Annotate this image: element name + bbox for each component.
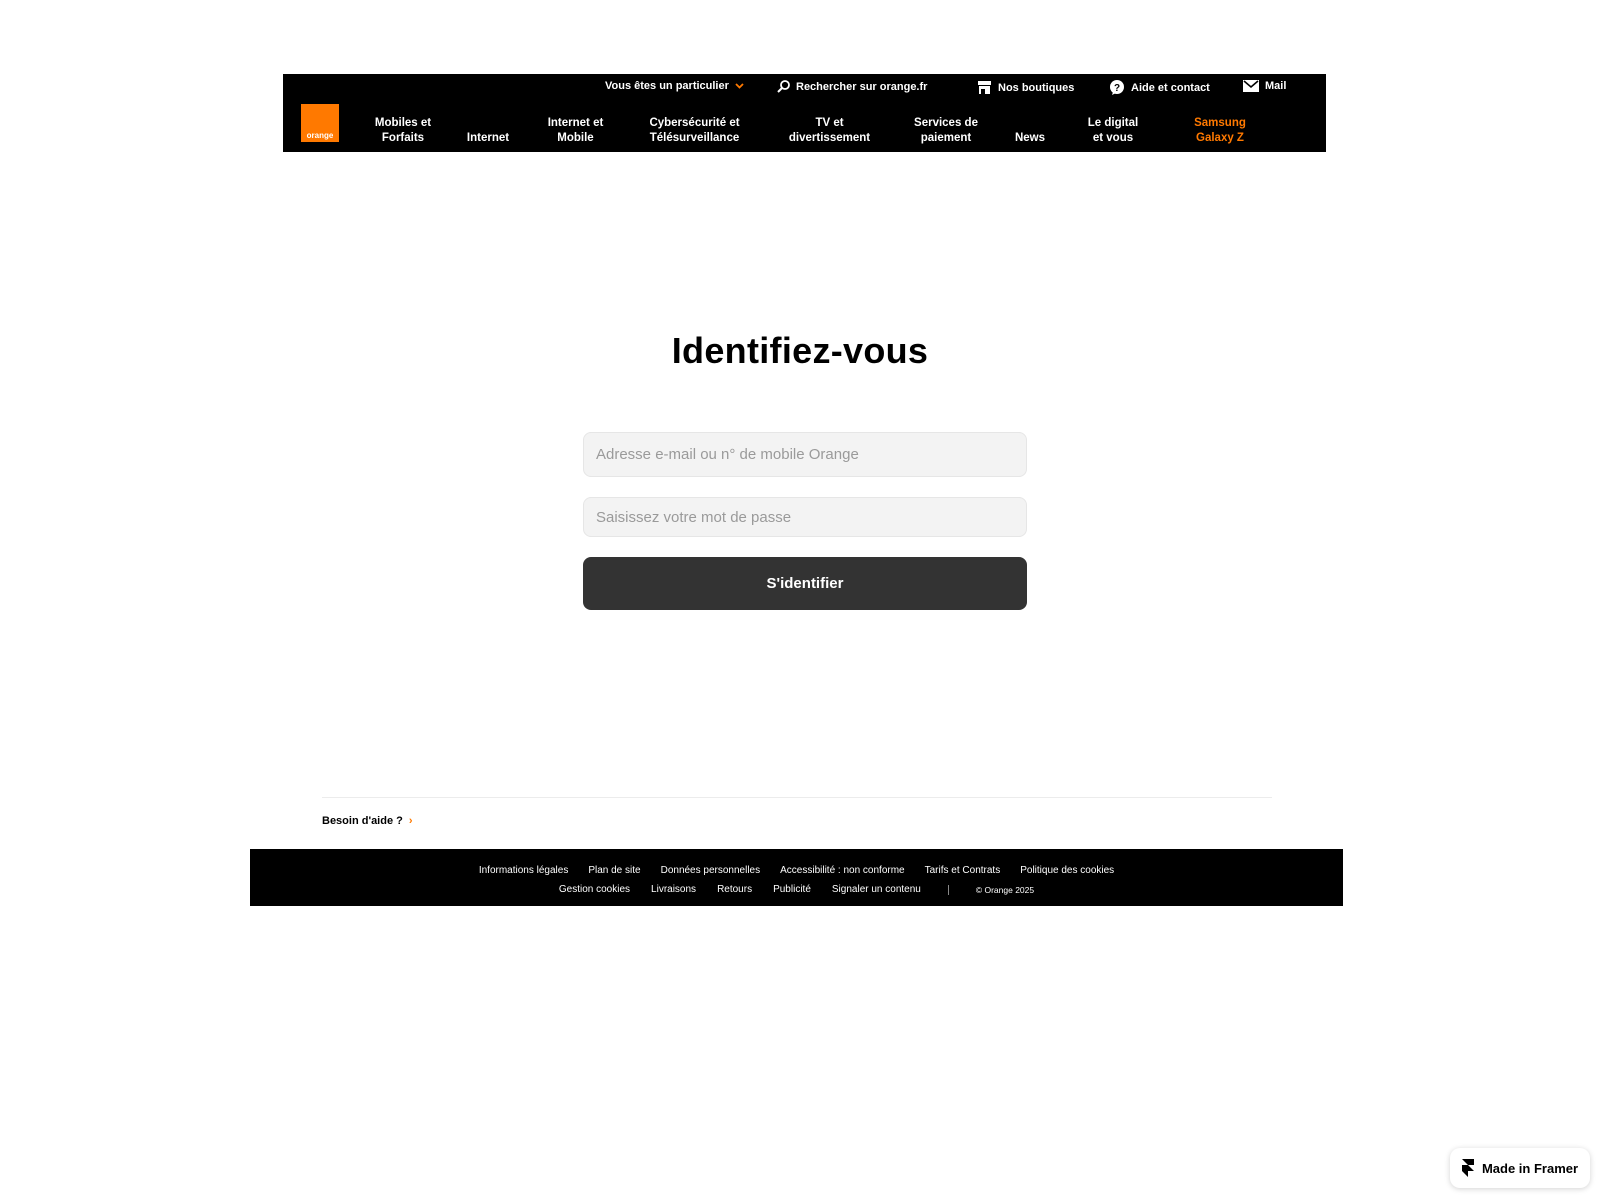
nav-item-label: Internet [466,132,510,144]
nav-item-label: Mobiles et [374,117,432,129]
email-field[interactable] [583,432,1027,477]
nav-item-samsung-galaxy[interactable]: Samsung Galaxy Z [1180,116,1260,146]
nav-item-internet-mobile[interactable]: Internet et Mobile [533,116,618,146]
made-in-framer-badge[interactable]: Made in Framer [1450,1148,1590,1188]
footer-link-accessibilite[interactable]: Accessibilité : non conforme [780,865,905,876]
footer-link-livraisons[interactable]: Livraisons [651,884,696,895]
nav-item-label: et vous [1092,132,1134,144]
nav-item-mobiles-forfaits[interactable]: Mobiles et Forfaits [358,116,448,146]
help-link[interactable]: Besoin d'aide ? › [322,815,413,827]
nav-item-label: Télésurveillance [649,132,740,144]
nav-item-label: Le digital [1087,117,1139,129]
footer-link-informations-legales[interactable]: Informations légales [479,865,569,876]
footer-link-retours[interactable]: Retours [717,884,752,895]
nav-item-label: Internet et [547,117,604,129]
footer-link-donnees-personnelles[interactable]: Données personnelles [661,865,761,876]
shop-icon [978,81,991,94]
nav-item-label: Cybersécurité et [649,117,740,129]
footer-link-signaler-contenu[interactable]: Signaler un contenu [832,884,921,895]
nav-item-label: Samsung [1194,117,1246,129]
nav-item-news[interactable]: News [1005,131,1055,146]
footer-link-publicite[interactable]: Publicité [773,884,811,895]
site-header: Vous êtes un particulier Rechercher sur … [283,74,1326,152]
svg-text:?: ? [1114,83,1120,94]
nav-item-label: divertissement [788,132,871,144]
footer-links-row-1: Informations légales Plan de site Donnée… [250,865,1343,876]
footer-link-tarifs-contrats[interactable]: Tarifs et Contrats [925,865,1001,876]
search-icon [777,80,790,93]
nav-item-tv[interactable]: TV et divertissement [777,116,882,146]
footer-separator [947,884,949,895]
footer-links-row-2: Gestion cookies Livraisons Retours Publi… [250,884,1343,895]
footer-link-gestion-cookies[interactable]: Gestion cookies [559,884,630,895]
chevron-right-icon: › [408,815,413,827]
nav-item-digital[interactable]: Le digital et vous [1073,116,1153,146]
main-nav: Mobiles et Forfaits Internet Internet et… [283,114,1326,146]
segment-label: Vous êtes un particulier [605,80,729,92]
footer-link-plan-de-site[interactable]: Plan de site [588,865,640,876]
nav-item-label: Mobile [557,132,594,144]
segment-selector[interactable]: Vous êtes un particulier [605,80,744,92]
nav-item-cybersecurite[interactable]: Cybersécurité et Télésurveillance [637,116,752,146]
framer-logo-icon [1461,1159,1474,1177]
mail-link[interactable]: Mail [1243,80,1286,92]
nav-item-services-paiement[interactable]: Services de paiement [901,116,991,146]
shops-link[interactable]: Nos boutiques [977,80,1074,95]
nav-item-internet[interactable]: Internet [453,131,523,146]
nav-item-label: TV et [815,117,844,129]
shops-label: Nos boutiques [998,81,1075,94]
top-bar: Vous êtes un particulier Rechercher sur … [283,74,1326,100]
framer-badge-label: Made in Framer [1481,1160,1579,1176]
help-label: Besoin d'aide ? [322,815,403,827]
chevron-down-icon [735,83,744,89]
nav-item-label: paiement [920,132,972,144]
mail-icon [1243,80,1259,92]
search-label: Rechercher sur orange.fr [796,80,928,93]
divider [322,797,1272,798]
copyright: © Orange 2025 [975,884,1035,895]
help-bubble-icon: ? [1110,80,1124,95]
page-title: Identifiez-vous [671,330,929,371]
password-field[interactable] [583,497,1027,537]
nav-item-label: Forfaits [381,132,425,144]
help-contact-link[interactable]: ? Aide et contact [1109,80,1210,96]
site-footer: Informations légales Plan de site Donnée… [250,849,1343,906]
nav-item-label: Galaxy Z [1196,132,1244,144]
nav-item-label: Services de [914,117,978,129]
nav-item-label: News [1014,132,1046,144]
help-contact-label: Aide et contact [1131,82,1210,94]
footer-link-politique-cookies[interactable]: Politique des cookies [1020,865,1114,876]
login-button[interactable]: S'identifier [583,557,1027,610]
search-link[interactable]: Rechercher sur orange.fr [777,80,927,93]
mail-label: Mail [1265,80,1287,92]
